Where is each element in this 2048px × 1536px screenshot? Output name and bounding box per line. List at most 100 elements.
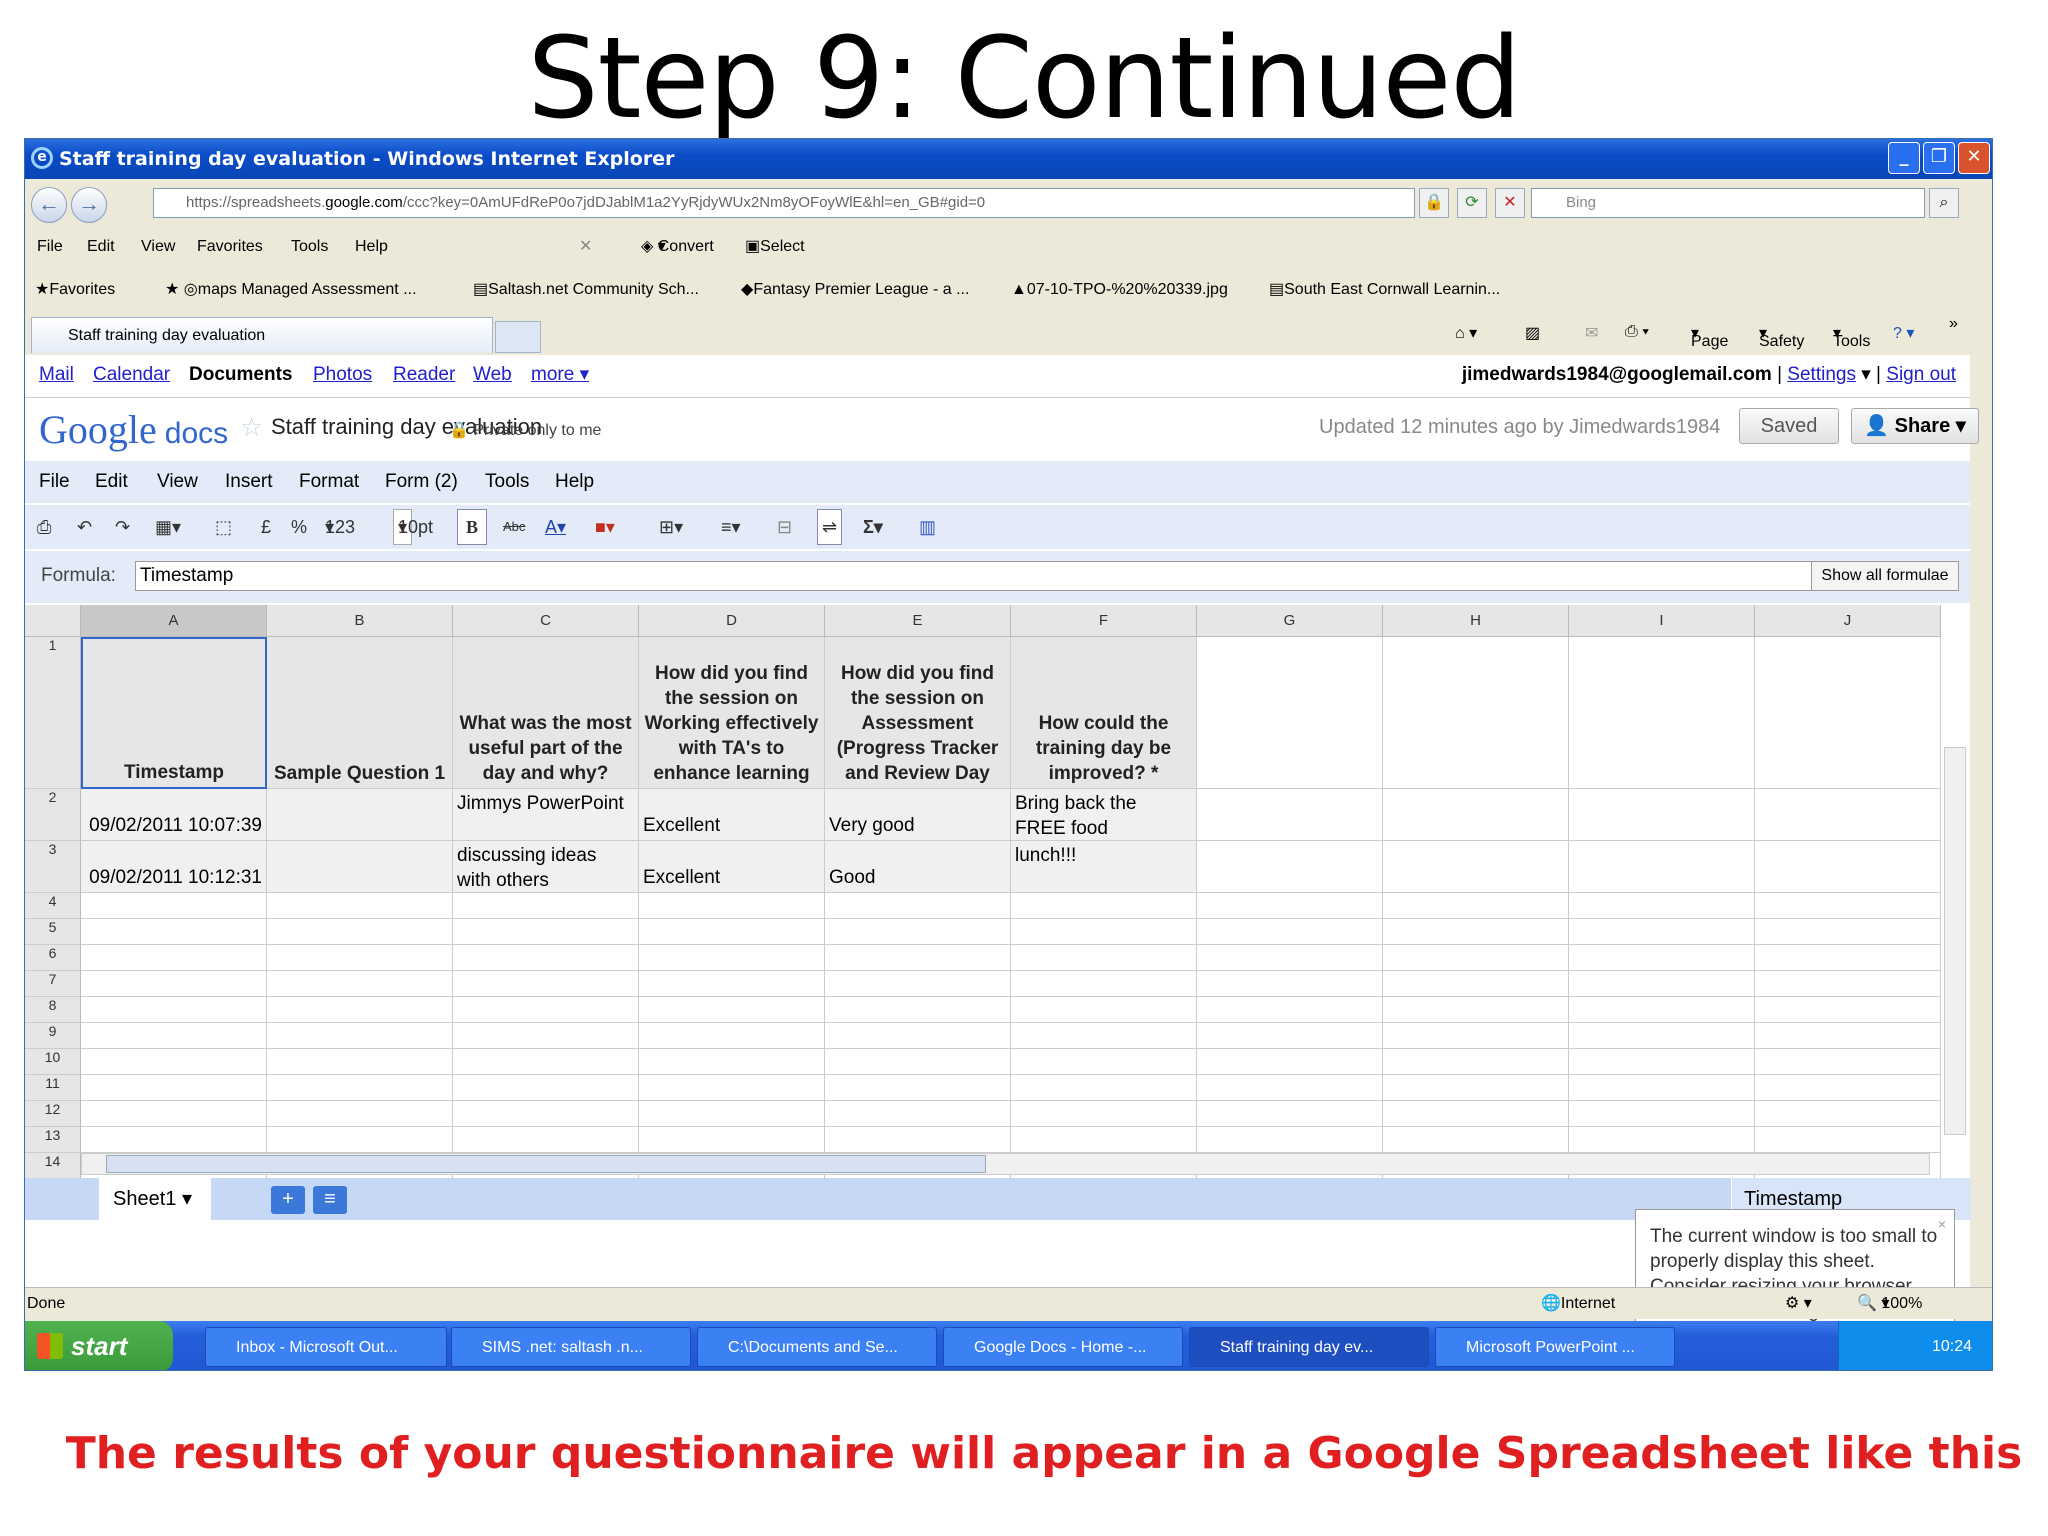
row-header[interactable]: 1 (25, 637, 81, 789)
header-cell[interactable]: How did you find the session on Working … (639, 637, 825, 789)
cell[interactable] (1011, 893, 1197, 919)
data-cell[interactable]: discussing ideas with others (453, 841, 639, 893)
safety-menu[interactable]: Safety ▾ (1759, 323, 1804, 350)
column-header[interactable]: D (639, 605, 825, 637)
chart-icon[interactable]: ▥ (919, 505, 936, 549)
docs-menu-tools[interactable]: Tools (485, 461, 529, 503)
row-header[interactable]: 9 (25, 1023, 81, 1049)
cell[interactable] (825, 893, 1011, 919)
docs-menu-help[interactable]: Help (555, 461, 594, 503)
cell[interactable] (1383, 997, 1569, 1023)
format-painter-icon[interactable]: ⬚ (215, 505, 232, 549)
cell[interactable] (81, 945, 267, 971)
convert-button[interactable]: ◈ Convert ▾ (641, 227, 714, 267)
chevron-more-icon[interactable]: » (1949, 315, 1958, 333)
sheet-list-button[interactable]: ≡ (313, 1186, 347, 1214)
cell[interactable] (267, 1023, 453, 1049)
protected-mode-icon[interactable]: ⚙ ▾ (1785, 1288, 1812, 1320)
sheet-tab[interactable]: Sheet1 ▾ (99, 1178, 211, 1220)
search-icon[interactable]: ⌕ (1929, 188, 1959, 218)
cell[interactable] (453, 1049, 639, 1075)
cell[interactable] (1383, 919, 1569, 945)
cell[interactable] (453, 893, 639, 919)
menu-file[interactable]: File (37, 227, 63, 267)
cell[interactable] (81, 1049, 267, 1075)
header-cell[interactable]: Sample Question 1 (267, 637, 453, 789)
data-cell[interactable] (267, 841, 453, 893)
cell[interactable] (267, 893, 453, 919)
link-mail[interactable]: Mail (39, 355, 74, 395)
cell[interactable] (1011, 1023, 1197, 1049)
sum-icon[interactable]: Σ▾ (863, 505, 883, 549)
lock-icon[interactable]: 🔒 (1419, 188, 1449, 218)
print-icon[interactable]: ⎙ (37, 505, 51, 549)
header-cell[interactable]: How did you find the session on Assessme… (825, 637, 1011, 789)
text-color-icon[interactable]: A▾ (545, 505, 566, 549)
cell[interactable] (1011, 997, 1197, 1023)
link-more[interactable]: more ▾ (531, 355, 589, 395)
cell[interactable] (1197, 637, 1383, 789)
task-outlook[interactable]: Inbox - Microsoft Out... (205, 1327, 447, 1367)
cell[interactable] (1197, 841, 1383, 893)
cell[interactable] (1197, 1101, 1383, 1127)
data-cell[interactable]: Jimmys PowerPoint (453, 789, 639, 841)
row-header[interactable]: 5 (25, 919, 81, 945)
row-header[interactable]: 12 (25, 1101, 81, 1127)
paint-format-icon[interactable]: ▦▾ (155, 505, 181, 549)
cell[interactable] (81, 919, 267, 945)
cell[interactable] (1011, 919, 1197, 945)
cell[interactable] (1197, 1075, 1383, 1101)
print-icon[interactable]: ⎙ ▾ (1625, 323, 1649, 341)
cell[interactable] (1755, 919, 1941, 945)
align-icon[interactable]: ≡▾ (721, 505, 741, 549)
cell[interactable] (1011, 1127, 1197, 1153)
data-cell[interactable]: 09/02/2011 10:12:31 (81, 841, 267, 893)
cell[interactable] (1383, 789, 1569, 841)
cell[interactable] (1569, 1075, 1755, 1101)
currency-button[interactable]: £ (261, 505, 271, 549)
add-sheet-button[interactable]: + (271, 1186, 305, 1214)
row-header[interactable]: 11 (25, 1075, 81, 1101)
cell[interactable] (825, 997, 1011, 1023)
row-header[interactable]: 3 (25, 841, 81, 893)
data-cell[interactable]: Good (825, 841, 1011, 893)
data-cell[interactable]: Excellent (639, 841, 825, 893)
font-size-select[interactable]: 10pt ▾ (393, 509, 433, 545)
cell[interactable] (267, 971, 453, 997)
borders-icon[interactable]: ⊞▾ (659, 505, 683, 549)
cell[interactable] (1197, 1049, 1383, 1075)
back-button[interactable]: ← (31, 187, 67, 223)
cell[interactable] (1755, 1049, 1941, 1075)
data-cell[interactable]: Very good (825, 789, 1011, 841)
cell[interactable] (1383, 1101, 1569, 1127)
number-format-button[interactable]: 123 ▾ (325, 505, 355, 549)
fav-item-1[interactable]: ★ ◎ maps Managed Assessment ... (165, 269, 417, 311)
cell[interactable] (1569, 1101, 1755, 1127)
strikethrough-button[interactable]: Abc (503, 505, 525, 549)
task-explorer[interactable]: C:\Documents and Se... (697, 1327, 937, 1367)
cell[interactable] (1569, 1049, 1755, 1075)
wrap-text-icon[interactable]: ⇌ (817, 509, 843, 545)
cell[interactable] (825, 945, 1011, 971)
saved-button[interactable]: Saved (1739, 408, 1839, 444)
column-header[interactable]: B (267, 605, 453, 637)
header-cell[interactable]: What was the most useful part of the day… (453, 637, 639, 789)
cell[interactable] (81, 997, 267, 1023)
link-signout[interactable]: Sign out (1886, 364, 1956, 385)
cell[interactable] (825, 1049, 1011, 1075)
cell[interactable] (639, 945, 825, 971)
link-reader[interactable]: Reader (393, 355, 455, 395)
star-icon[interactable]: ☆ (240, 412, 263, 443)
column-header[interactable]: F (1011, 605, 1197, 637)
menu-help[interactable]: Help (355, 227, 388, 267)
cell[interactable] (1011, 1049, 1197, 1075)
cell[interactable] (1383, 637, 1569, 789)
cell[interactable] (639, 1049, 825, 1075)
row-header[interactable]: 6 (25, 945, 81, 971)
cell[interactable] (639, 1075, 825, 1101)
column-header[interactable]: A (81, 605, 267, 637)
menu-view[interactable]: View (141, 227, 175, 267)
cell[interactable] (1755, 841, 1941, 893)
row-header[interactable]: 8 (25, 997, 81, 1023)
vertical-scrollbar[interactable] (1944, 747, 1966, 1135)
